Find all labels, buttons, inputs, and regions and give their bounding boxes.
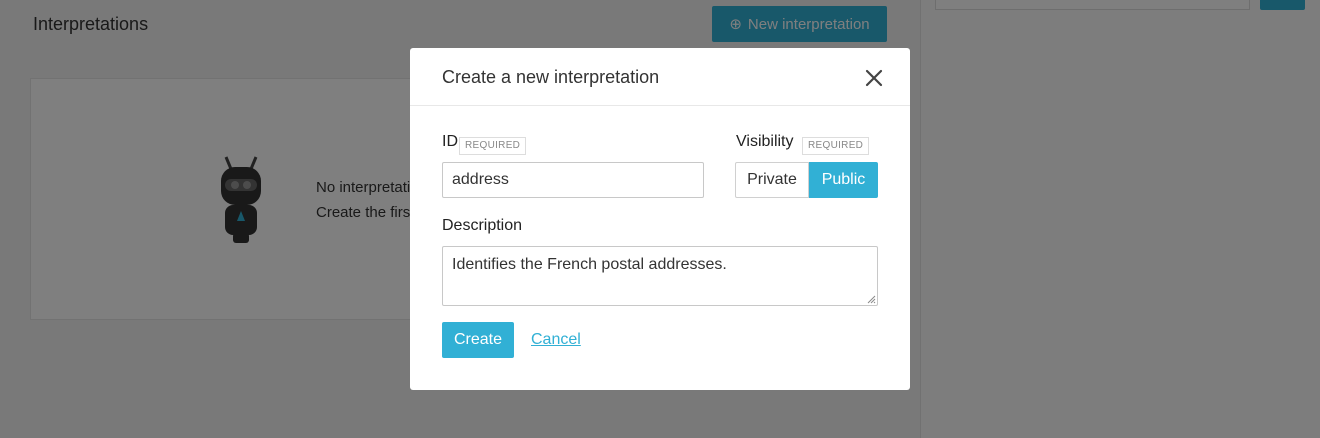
modal-title: Create a new interpretation bbox=[442, 67, 660, 87]
description-label: Description bbox=[442, 217, 523, 234]
page: Interpretations ⊕ New interpretation No … bbox=[0, 0, 1320, 438]
resize-handle-icon[interactable] bbox=[866, 294, 876, 304]
description-textarea[interactable]: Identifies the French postal addresses. bbox=[442, 246, 878, 306]
modal-header: Create a new interpretation bbox=[410, 48, 910, 106]
visibility-public-option[interactable]: Public bbox=[809, 162, 878, 198]
visibility-label: Visibility bbox=[736, 133, 794, 150]
create-button[interactable]: Create bbox=[442, 322, 514, 358]
create-interpretation-modal: Create a new interpretation ID REQUIRED … bbox=[410, 48, 910, 390]
id-label: ID bbox=[442, 133, 458, 150]
close-icon[interactable] bbox=[862, 66, 886, 90]
id-input[interactable] bbox=[442, 162, 704, 198]
id-required-badge: REQUIRED bbox=[459, 137, 527, 155]
visibility-required-badge: REQUIRED bbox=[802, 137, 870, 155]
cancel-link[interactable]: Cancel bbox=[531, 331, 581, 349]
visibility-private-option[interactable]: Private bbox=[735, 162, 809, 198]
